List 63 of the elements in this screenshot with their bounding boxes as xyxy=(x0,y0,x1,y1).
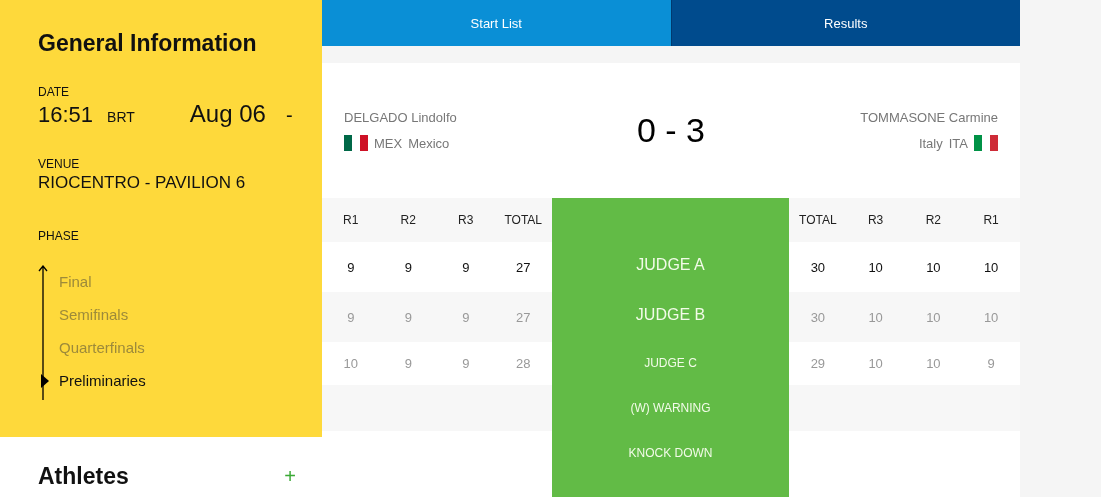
score-cell-text: 9 xyxy=(461,309,471,325)
score-cell-text: 10 xyxy=(982,309,1000,325)
column-header: R2 xyxy=(399,213,417,227)
score-cell-text: 10 xyxy=(925,356,942,371)
column-header: R3 xyxy=(457,213,475,227)
field-label: VENUE xyxy=(38,157,81,171)
score-cell-text: 28 xyxy=(515,356,532,371)
score-cell-text: 10 xyxy=(867,259,884,275)
score-cell-text: 29 xyxy=(809,356,827,371)
score-cell-text: 9 xyxy=(403,356,413,371)
legend-text: (W) WARNING xyxy=(630,401,711,417)
flag-icon xyxy=(344,135,368,151)
section-title: Athletes xyxy=(38,462,129,490)
score-cell-text: 9 xyxy=(346,309,356,325)
country-name: Mexico xyxy=(408,135,450,151)
score-cell-text: 10 xyxy=(867,309,884,325)
phase-item[interactable]: Final xyxy=(59,273,92,290)
phase-item[interactable]: Preliminaries xyxy=(59,372,146,389)
score-cell-text: 9 xyxy=(461,356,471,371)
athlete-name: TOMMASONE Carmine xyxy=(860,110,998,125)
score-cell-text: 27 xyxy=(515,309,532,325)
tab[interactable]: Results xyxy=(670,0,1020,46)
athlete-name: DELGADO Lindolfo xyxy=(344,110,458,125)
time-text: 16:51 xyxy=(38,102,94,128)
legend-text: KNOCK DOWN xyxy=(628,446,713,462)
score-cell-text: 10 xyxy=(342,356,359,371)
score-cell-text: 30 xyxy=(809,259,827,275)
date-text: Aug 06 xyxy=(189,100,266,128)
phase-item[interactable]: Quarterfinals xyxy=(59,339,145,356)
score-cell-text: 9 xyxy=(461,259,471,275)
timezone-text: BRT xyxy=(107,109,135,125)
phase-item[interactable]: Semifinals xyxy=(59,306,129,323)
flag-icon xyxy=(974,135,998,151)
match-score: 0 - 3 xyxy=(636,111,705,150)
country-code: MEX xyxy=(374,135,403,151)
field-label: PHASE xyxy=(38,229,80,243)
column-header: TOTAL xyxy=(798,213,838,227)
country-name: Italy xyxy=(918,135,943,151)
judge-label: JUDGE A xyxy=(636,256,705,275)
score-cell-text: 9 xyxy=(403,309,413,325)
column-header: R1 xyxy=(982,213,1000,227)
date-separator: - xyxy=(285,104,293,127)
score-cell-text: 30 xyxy=(809,309,827,325)
score-cell-text: 9 xyxy=(403,259,413,275)
column-header: R2 xyxy=(924,213,943,227)
column-header: TOTAL xyxy=(503,213,544,227)
panel-title: General Information xyxy=(38,30,258,57)
expand-icon[interactable]: + xyxy=(284,464,296,488)
score-cell-text: 10 xyxy=(925,259,942,275)
score-cell-text: 9 xyxy=(986,356,996,371)
score-cell-text: 10 xyxy=(925,309,942,325)
tab[interactable]: Start List xyxy=(322,0,671,46)
score-cell-text: 9 xyxy=(346,259,356,275)
field-label: DATE xyxy=(38,85,71,99)
judge-label: JUDGE B xyxy=(635,306,706,325)
judge-label: JUDGE C xyxy=(644,356,697,372)
column-header: R3 xyxy=(866,213,885,227)
score-cell-text: 10 xyxy=(982,259,1000,275)
venue-text: RIOCENTRO - PAVILION 6 xyxy=(38,173,247,193)
score-cell-text: 10 xyxy=(867,356,884,371)
score-cell-text: 27 xyxy=(515,259,532,275)
column-header: R1 xyxy=(342,213,360,227)
country-code: ITA xyxy=(948,135,968,151)
